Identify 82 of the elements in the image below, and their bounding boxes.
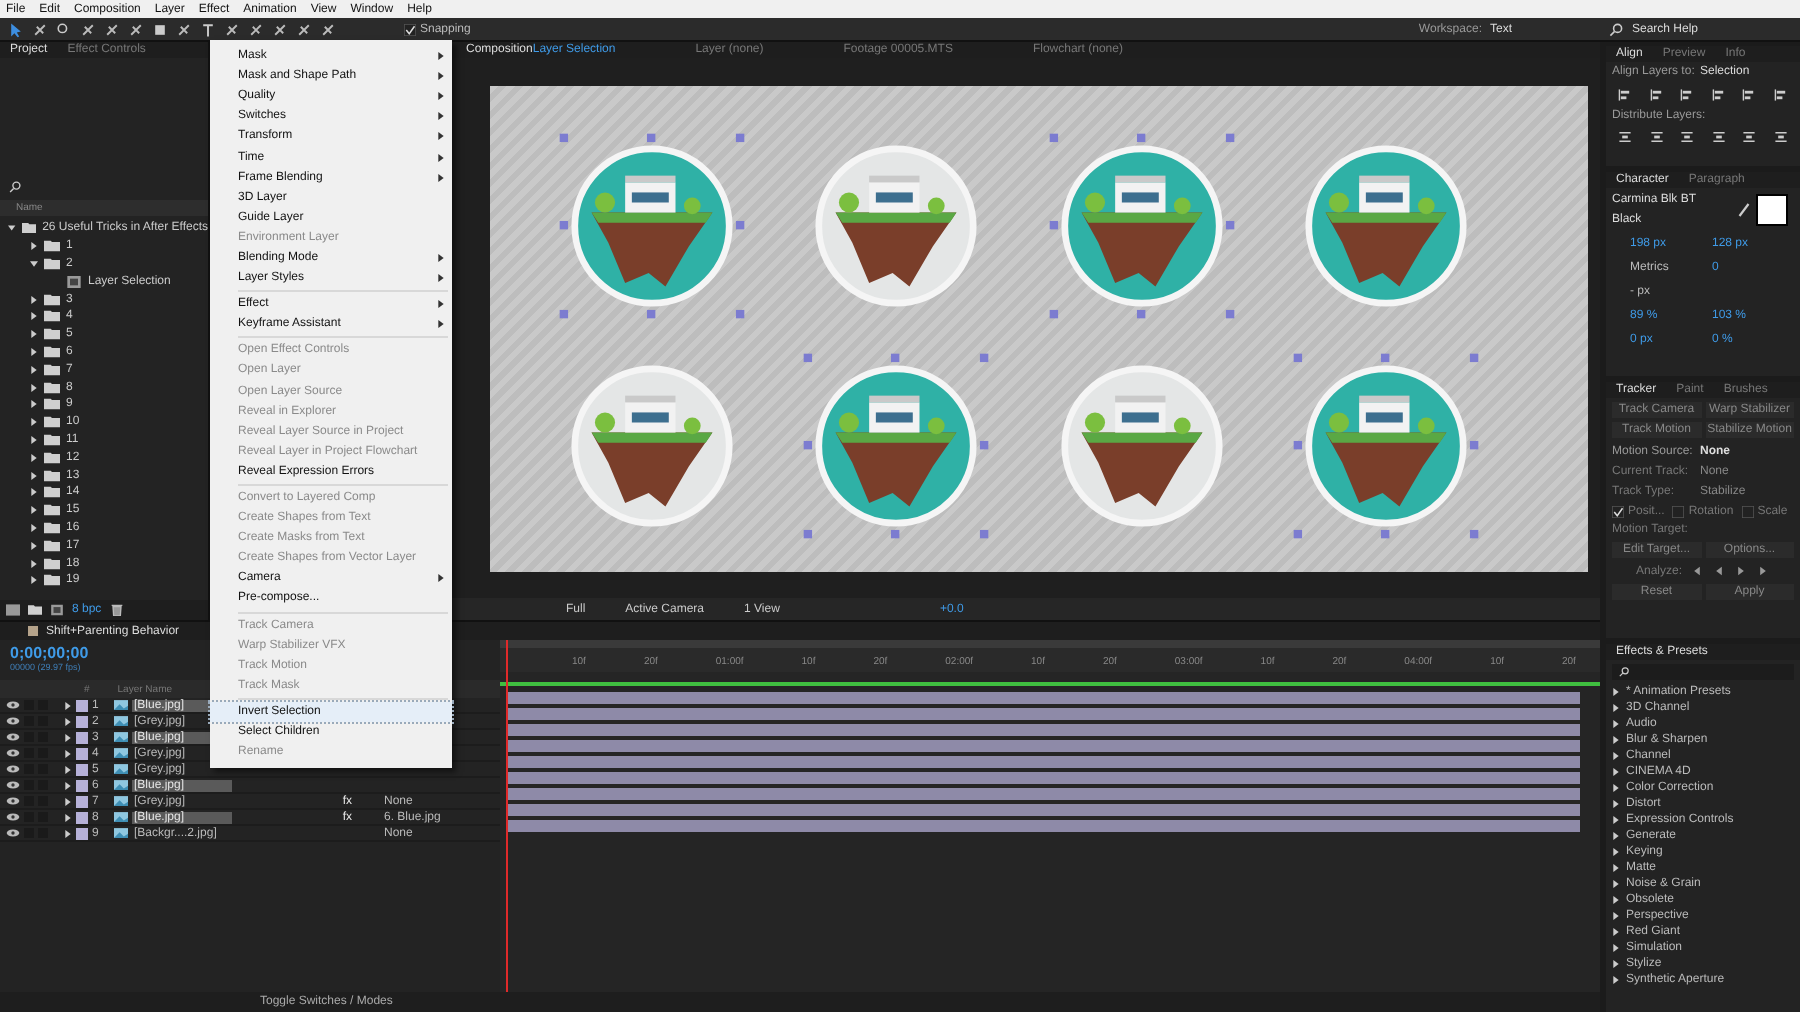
expand-arrow-icon[interactable] (30, 259, 38, 268)
expand-arrow-icon[interactable] (30, 576, 38, 585)
distribute-icon[interactable] (1649, 130, 1664, 144)
expand-arrow-icon[interactable] (30, 330, 38, 339)
image-file-icon (114, 732, 128, 742)
search-icon (1618, 666, 1630, 678)
expand-arrow-icon[interactable] (8, 224, 16, 233)
effects-search-field[interactable] (1612, 664, 1794, 680)
align-icon[interactable] (1773, 88, 1788, 102)
snapping-checkbox[interactable] (404, 23, 416, 35)
label-color-swatch[interactable] (76, 731, 88, 743)
distribute-icon[interactable] (1711, 130, 1726, 144)
expand-arrow-icon[interactable] (30, 523, 38, 532)
expand-arrow-icon[interactable] (30, 347, 38, 356)
expand-arrow-icon[interactable] (30, 383, 38, 392)
trash-icon[interactable] (109, 604, 124, 616)
expand-arrow-icon[interactable] (30, 312, 38, 321)
distribute-icon[interactable] (1742, 130, 1757, 144)
align-icon[interactable] (1649, 88, 1664, 102)
expand-arrow-icon[interactable] (30, 295, 38, 304)
current-time[interactable]: 0;00;00;00 (10, 644, 89, 662)
label-color-swatch (28, 626, 38, 636)
image-file-icon (114, 748, 128, 758)
option-checkbox[interactable] (1741, 506, 1754, 518)
eyedropper-icon[interactable] (1738, 202, 1750, 218)
expand-arrow-icon[interactable] (30, 242, 38, 251)
distribute-icon[interactable] (1773, 130, 1788, 144)
eye-icon[interactable] (6, 700, 20, 710)
distribute-icon[interactable] (1680, 130, 1695, 144)
option-checkbox[interactable] (1672, 506, 1685, 518)
distribute-icon[interactable] (1618, 130, 1633, 144)
label-color-swatch[interactable] (76, 795, 88, 807)
eye-icon[interactable] (6, 828, 20, 838)
expand-arrow-icon[interactable] (30, 400, 38, 409)
eye-icon[interactable] (6, 812, 20, 822)
expand-arrow-icon[interactable] (30, 488, 38, 497)
align-icon[interactable] (1742, 88, 1757, 102)
align-icon[interactable] (1618, 88, 1633, 102)
eye-icon[interactable] (6, 732, 20, 742)
expand-arrow-icon[interactable] (30, 435, 38, 444)
label-color-swatch[interactable] (76, 747, 88, 759)
search-icon (1608, 21, 1624, 37)
eye-icon[interactable] (6, 796, 20, 806)
composition-icon (66, 275, 82, 288)
island-tile-drawing[interactable] (802, 351, 991, 540)
rectangle-icon[interactable] (152, 21, 168, 37)
expand-arrow-icon[interactable] (30, 506, 38, 515)
expand-arrow-icon[interactable] (30, 453, 38, 462)
image-file-icon (114, 780, 128, 790)
search-icon (8, 180, 22, 194)
island-tile-drawing[interactable] (1291, 351, 1480, 540)
eye-icon[interactable] (6, 780, 20, 790)
fill-color-swatch[interactable] (1756, 194, 1788, 226)
align-icon[interactable] (1711, 88, 1726, 102)
align-icon[interactable] (1680, 88, 1695, 102)
eye-icon[interactable] (6, 748, 20, 758)
expand-arrow-icon[interactable] (30, 418, 38, 427)
composition-icon[interactable] (50, 604, 64, 616)
eye-icon[interactable] (6, 716, 20, 726)
label-color-swatch[interactable] (76, 763, 88, 775)
image-file-icon (114, 828, 128, 838)
expand-arrow-icon[interactable] (30, 471, 38, 480)
label-color-swatch[interactable] (76, 699, 88, 711)
expand-arrow-icon[interactable] (30, 365, 38, 374)
expand-arrow-icon[interactable] (30, 559, 38, 568)
expand-arrow-icon[interactable] (30, 541, 38, 550)
image-file-icon (114, 796, 128, 806)
image-file-icon (114, 812, 128, 822)
island-tile-drawing[interactable] (558, 132, 747, 321)
island-tile-drawing[interactable] (1047, 132, 1236, 321)
image-file-icon (114, 700, 128, 710)
type-tool-icon[interactable] (200, 21, 216, 37)
label-color-swatch[interactable] (76, 779, 88, 791)
image-file-icon (114, 764, 128, 774)
label-color-swatch[interactable] (76, 827, 88, 839)
label-color-swatch[interactable] (76, 811, 88, 823)
folder-icon[interactable] (28, 604, 42, 616)
eye-icon[interactable] (6, 764, 20, 774)
option-checkbox[interactable] (1612, 506, 1624, 518)
label-color-swatch[interactable] (76, 715, 88, 727)
selection-arrow-icon[interactable] (8, 21, 24, 37)
image-file-icon (114, 716, 128, 726)
